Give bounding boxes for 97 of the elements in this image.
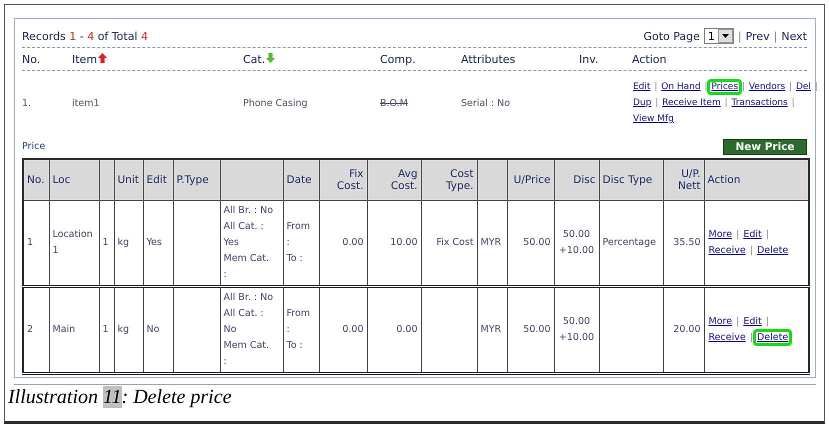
goto-page-label: Goto Page xyxy=(643,30,700,42)
table-cell-text: 1 xyxy=(102,324,109,335)
section-title: Price xyxy=(22,141,46,152)
category-text: Phone Casing xyxy=(243,98,309,108)
link-separator: | xyxy=(724,98,728,108)
column-header: Fix Cost. xyxy=(336,168,364,192)
table-cell-text: No xyxy=(146,324,160,335)
action-link[interactable]: Receive Item xyxy=(661,98,722,108)
column-header: Loc xyxy=(52,174,70,186)
column-header: Action xyxy=(632,52,666,66)
table-cell-text: Percentage xyxy=(602,237,656,248)
link-separator: | xyxy=(792,98,795,108)
column-header: U/P. Nett xyxy=(678,168,700,192)
table-cell-text: 0.00 xyxy=(342,324,364,335)
link-separator: | xyxy=(654,82,658,92)
records-summary: Records 1 - 4 of Total 4 xyxy=(22,30,148,42)
table-cell-text: From : To : xyxy=(286,221,310,264)
table-cell-text: All Br. : No All Cat. : Yes Mem Cat. : xyxy=(224,205,274,280)
action-link[interactable]: Delete xyxy=(756,245,790,256)
column-header: Date xyxy=(286,174,312,186)
column-header[interactable]: Cat. xyxy=(243,52,266,66)
item-name: item1 xyxy=(72,98,101,108)
action-link[interactable]: Receive xyxy=(708,332,747,343)
page-select[interactable]: 1 xyxy=(704,28,734,44)
link-separator: | xyxy=(750,245,753,256)
column-header: Avg Cost. xyxy=(390,168,418,192)
table-cell-text: All Br. : No All Cat. : No Mem Cat. : xyxy=(224,292,274,367)
table-cell-text: 50.00 xyxy=(523,237,550,248)
column-header: Edit xyxy=(146,174,167,186)
link-separator: | xyxy=(814,82,818,92)
action-link[interactable]: More xyxy=(708,316,734,327)
table-cell-text: Main xyxy=(52,324,76,335)
table-cell-text: Fix Cost xyxy=(436,237,474,248)
action-link[interactable]: Delete xyxy=(756,332,790,343)
link-separator: | xyxy=(774,30,778,42)
table-cell-text: kg xyxy=(118,237,130,248)
table-cell-text: 0.00 xyxy=(396,324,418,335)
link-separator: | xyxy=(742,82,745,92)
link-separator: | xyxy=(704,82,708,92)
column-header: No. xyxy=(22,52,40,66)
column-header: No. xyxy=(27,174,44,186)
table-cell-text: 50.00 xyxy=(523,324,550,335)
action-link[interactable]: Transactions xyxy=(730,98,789,108)
table-cell-text: 35.50 xyxy=(673,237,700,248)
action-link[interactable]: Receive xyxy=(708,245,747,256)
pager-link[interactable]: Prev xyxy=(746,30,770,42)
table-cell-text: kg xyxy=(118,324,130,335)
action-link[interactable]: On Hand xyxy=(660,82,702,92)
action-link[interactable]: Dup xyxy=(632,98,652,108)
action-link[interactable]: More xyxy=(708,229,734,240)
action-link[interactable]: Prices xyxy=(710,82,740,92)
column-header: P.Type xyxy=(176,174,209,186)
column-header: Unit xyxy=(118,174,139,186)
action-link[interactable]: Edit xyxy=(742,316,763,327)
action-link[interactable]: View Mfg xyxy=(632,114,675,124)
table-cell-text: Location 1 xyxy=(52,229,93,256)
link-separator: | xyxy=(750,332,753,343)
action-link[interactable]: Del xyxy=(794,82,812,92)
column-header: Cost Type. xyxy=(446,168,474,192)
action-link[interactable]: Edit xyxy=(632,82,652,92)
link-separator: | xyxy=(736,316,740,327)
table-cell-text: 10.00 xyxy=(390,237,418,248)
column-header: Disc Type xyxy=(602,174,652,186)
link-separator: | xyxy=(766,229,769,240)
action-link[interactable]: Edit xyxy=(742,229,763,240)
column-header: Action xyxy=(708,174,740,186)
table-cell-text: 2 xyxy=(27,324,34,335)
table-cell-text: 50.00 +10.00 xyxy=(558,229,594,256)
link-separator: | xyxy=(655,98,658,108)
table-cell-text: MYR xyxy=(480,324,502,335)
table-cell-text: MYR xyxy=(480,237,502,248)
sort-up-arrow-icon[interactable] xyxy=(98,52,108,62)
row-number: 1. xyxy=(22,98,32,108)
column-header: Inv. xyxy=(579,52,598,66)
link-separator: | xyxy=(736,229,740,240)
column-header: Comp. xyxy=(380,52,416,66)
figure-caption: Illustration 11: Delete price xyxy=(8,386,232,409)
table-cell-text: From : To : xyxy=(286,308,310,351)
component-text: B.O.M xyxy=(380,98,409,108)
column-header: Attributes xyxy=(461,52,516,66)
column-header: Disc xyxy=(573,174,596,186)
table-cell-text: 50.00 +10.00 xyxy=(558,316,594,343)
link-separator: | xyxy=(738,30,742,42)
table-cell-text: Yes xyxy=(146,237,162,248)
link-separator: | xyxy=(789,82,792,92)
column-header[interactable]: Item xyxy=(72,52,98,66)
new-price-button[interactable]: New Price xyxy=(723,139,807,155)
action-link[interactable]: Vendors xyxy=(748,82,786,92)
table-cell-text: 1 xyxy=(27,237,34,248)
table-cell-text: 20.00 xyxy=(673,324,700,335)
pager-link[interactable]: Next xyxy=(781,30,807,42)
attributes-text: Serial : No xyxy=(461,98,512,108)
caret-icon xyxy=(722,34,729,38)
link-separator: | xyxy=(766,316,769,327)
table-cell-text: 1 xyxy=(102,237,109,248)
table-cell-text: 0.00 xyxy=(342,237,364,248)
column-header: U/Price xyxy=(514,174,550,186)
